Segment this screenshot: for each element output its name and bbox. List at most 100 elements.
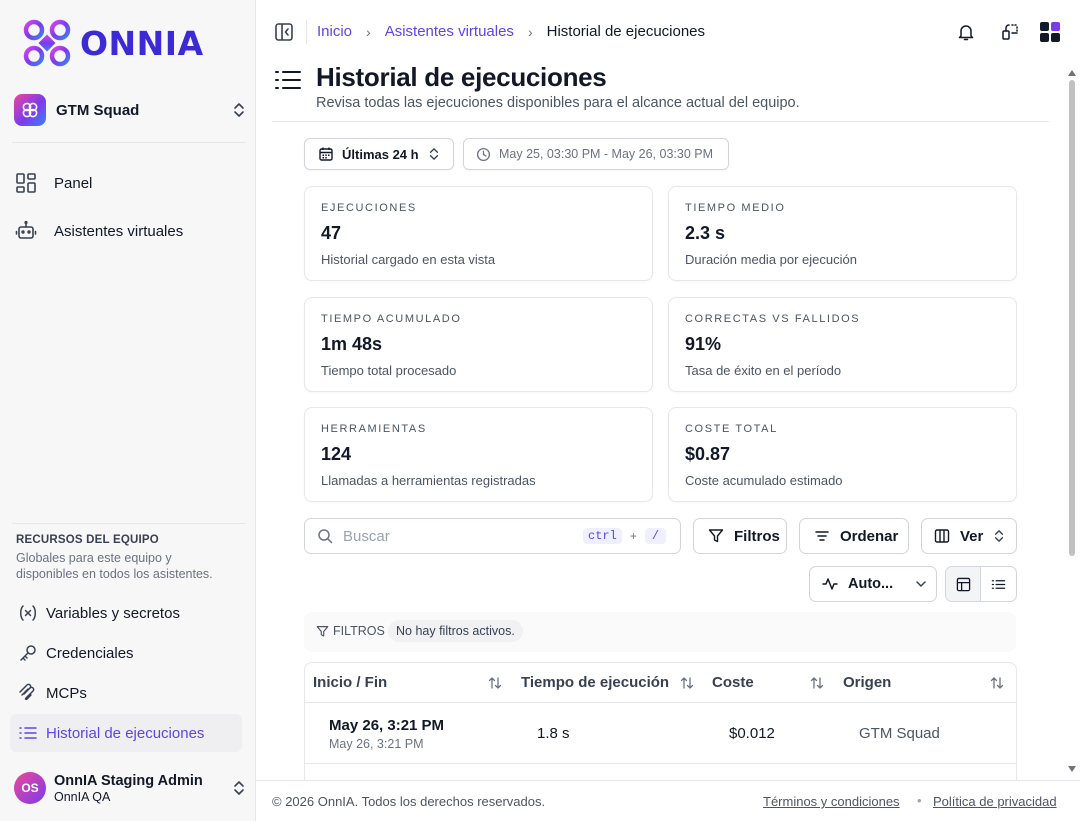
sort-arrows-icon[interactable] [487, 675, 503, 691]
sidebar-item-label: Asistentes virtuales [54, 222, 184, 240]
stat-description: Coste acumulado estimado [685, 473, 843, 488]
user-name: OnnIA Staging Admin [54, 772, 203, 789]
breadcrumb-home-link[interactable]: Inicio [317, 23, 352, 40]
list-view-button[interactable] [981, 567, 1016, 601]
filters-title: FILTROS [333, 624, 385, 638]
notifications-button[interactable] [954, 20, 978, 44]
list-icon [991, 579, 1006, 589]
executions-table: Inicio / Fin Tiempo de ejecución Coste O… [304, 662, 1017, 782]
header-divider [272, 121, 1049, 122]
app-logo[interactable]: ONNIA [22, 18, 204, 68]
user-menu[interactable]: OS OnnIA Staging Admin OnnIA QA [14, 768, 246, 808]
key-icon [18, 643, 38, 663]
stat-label: COSTE TOTAL [685, 423, 778, 435]
page-scrollbar[interactable] [1067, 66, 1077, 778]
language-switch-button[interactable] [998, 20, 1022, 44]
cell-cost: $0.012 [729, 725, 775, 742]
table-view-button[interactable] [946, 567, 981, 601]
shortcut-plus: + [629, 529, 637, 543]
apps-grid-icon [1040, 22, 1060, 42]
sidebar-item-credentials[interactable]: Credenciales [10, 634, 242, 672]
sidebar-item-assistants[interactable]: Asistentes virtuales [14, 214, 244, 248]
stat-value: 1m 48s [321, 334, 383, 354]
active-filters-label: FILTROS [316, 624, 385, 638]
user-org: OnnIA QA [54, 789, 111, 804]
column-header-origin: Origen [843, 674, 892, 691]
scroll-down-arrow-icon[interactable] [1068, 766, 1076, 772]
scroll-up-arrow-icon[interactable] [1068, 70, 1076, 76]
copyright: © 2026 OnnIA. Todos los derechos reserva… [272, 794, 546, 809]
calendar-icon [319, 147, 333, 161]
stat-description: Tasa de éxito en el período [685, 363, 842, 378]
sort-arrows-icon[interactable] [809, 675, 825, 691]
search-input[interactable] [343, 527, 583, 545]
chevron-up-down-icon [234, 781, 244, 795]
sort-arrows-icon[interactable] [989, 675, 1005, 691]
shortcut-key: / [644, 528, 667, 544]
team-name: GTM Squad [56, 101, 140, 119]
breadcrumb-assistants-link[interactable]: Asistentes virtuales [385, 23, 514, 40]
column-header-start-end: Inicio / Fin [313, 674, 388, 691]
scrollbar-thumb[interactable] [1069, 80, 1075, 556]
sidebar-item-label: MCPs [46, 684, 87, 702]
terms-link[interactable]: Términos y condiciones [763, 794, 900, 809]
sidebar: ONNIA GTM Squad Panel Asistentes virtual… [0, 0, 256, 821]
dashboard-icon [14, 171, 38, 195]
apps-menu-button[interactable] [1038, 20, 1062, 44]
column-header-cost: Coste [712, 674, 754, 691]
bell-icon [958, 25, 974, 41]
stat-value: 2.3 s [685, 223, 726, 243]
sidebar-item-label: Historial de ejecuciones [46, 724, 205, 742]
auto-refresh-label: Auto... [848, 576, 894, 592]
sidebar-item-variables[interactable]: Variables y secretos [10, 594, 242, 632]
table-row[interactable]: May 26, 3:21 PM May 26, 3:21 PM 1.8 s $0… [305, 703, 1016, 764]
sidebar-item-panel[interactable]: Panel [14, 166, 244, 200]
auto-refresh-select[interactable]: Auto... [809, 566, 937, 602]
time-range-select[interactable]: Últimas 24 h [304, 138, 454, 170]
sidebar-divider [12, 142, 246, 143]
avatar: OS [14, 772, 46, 804]
view-label: Ver [960, 527, 984, 545]
footer: © 2026 OnnIA. Todos los derechos reserva… [256, 780, 1080, 821]
chevron-right-icon: › [366, 23, 371, 40]
filters-button[interactable]: Filtros [693, 518, 787, 554]
table-icon [956, 577, 970, 591]
team-switcher[interactable]: GTM Squad [14, 92, 246, 128]
chevron-right-icon: › [527, 23, 533, 40]
list-icon [18, 723, 38, 743]
sidebar-item-label: Panel [54, 174, 93, 192]
stat-label: TIEMPO ACUMULADO [321, 313, 462, 325]
view-columns-button[interactable]: Ver [921, 518, 1017, 554]
stat-label: TIEMPO MEDIO [685, 202, 786, 214]
sidebar-item-mcps[interactable]: MCPs [10, 674, 242, 712]
privacy-link[interactable]: Política de privacidad [933, 794, 1057, 809]
layout-toggle [945, 566, 1017, 602]
cell-duration: 1.8 s [537, 725, 570, 742]
stat-value: $0.87 [685, 444, 731, 464]
top-bar: Inicio › Asistentes virtuales › Historia… [256, 0, 1080, 64]
sidebar-item-execution-history[interactable]: Historial de ejecuciones [10, 714, 242, 752]
clock-icon [476, 147, 491, 161]
filters-label: Filtros [734, 527, 780, 545]
breadcrumb: Inicio › Asistentes virtuales › Historia… [317, 23, 705, 40]
stat-description: Duración media por ejecución [685, 252, 857, 267]
sidebar-item-label: Credenciales [46, 644, 134, 662]
shortcut-ctrl: ctrl [583, 528, 622, 544]
footer-separator: • [917, 793, 922, 808]
filter-icon [708, 529, 724, 543]
chevron-up-down-icon [429, 148, 438, 160]
sort-button[interactable]: Ordenar [799, 518, 909, 554]
chevron-up-down-icon [234, 103, 244, 117]
stat-description: Llamadas a herramientas registradas [321, 473, 536, 488]
search-icon [318, 529, 333, 544]
stat-label: CORRECTAS VS FALLIDOS [685, 313, 861, 325]
stat-value: 124 [321, 444, 352, 464]
chevron-up-down-icon [995, 530, 1004, 542]
column-header-duration: Tiempo de ejecución [521, 674, 670, 691]
date-range-picker[interactable]: May 25, 03:30 PM - May 26, 03:30 PM [463, 138, 729, 170]
user-info: OnnIA Staging Admin OnnIA QA [54, 773, 232, 804]
sidebar-toggle-icon[interactable] [274, 22, 294, 42]
cell-start: May 26, 3:21 PM [329, 717, 445, 734]
stat-description: Historial cargado en esta vista [321, 252, 496, 267]
sort-arrows-icon[interactable] [679, 675, 695, 691]
